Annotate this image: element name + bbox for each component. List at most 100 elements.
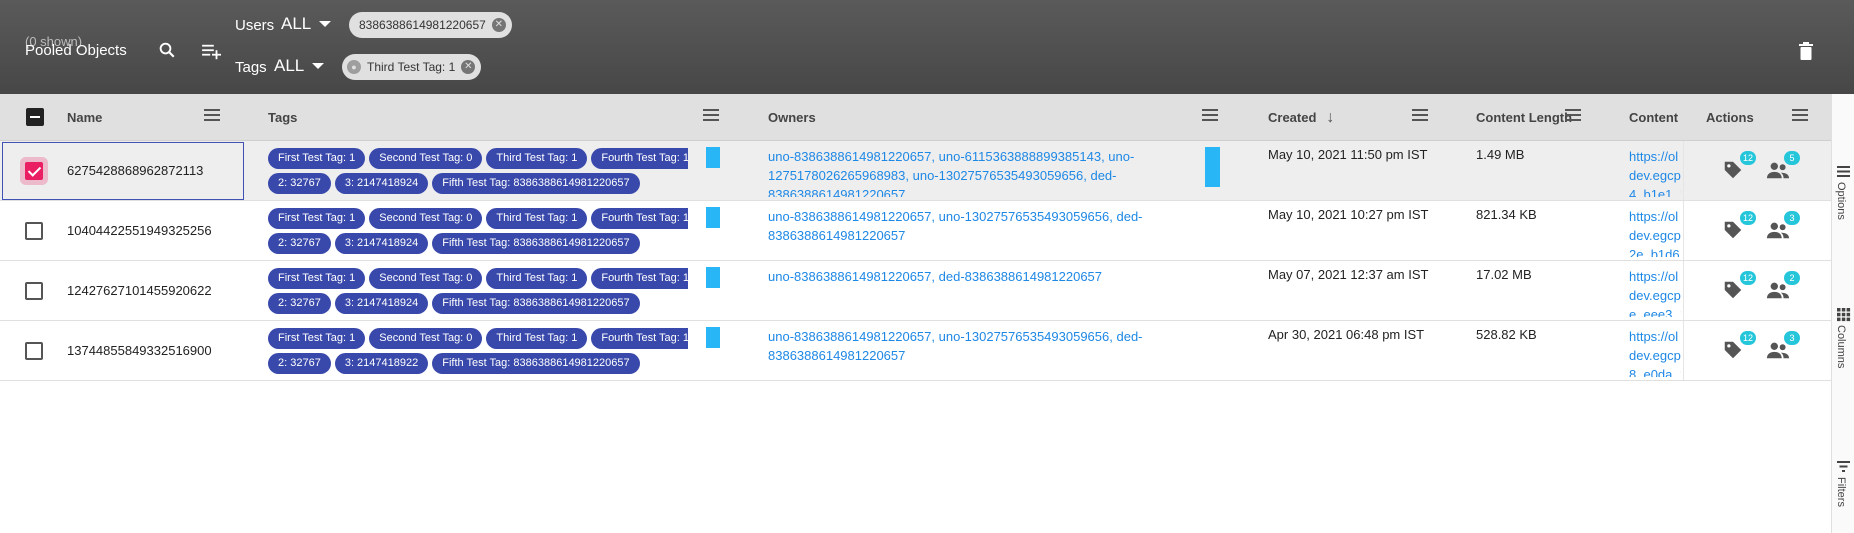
tag-chip[interactable]: First Test Tag: 1 [268, 148, 366, 169]
tag-chip[interactable]: Fourth Test Tag: 1 [591, 148, 688, 169]
select-all-checkbox[interactable] [26, 108, 44, 126]
row-owners: uno-8386388614981220657, uno-13027576535… [768, 209, 1143, 243]
side-tab-columns[interactable]: Columns [1832, 307, 1854, 387]
owner-count-badge: 3 [1784, 331, 1800, 345]
tag-chip[interactable]: First Test Tag: 1 [268, 328, 366, 349]
tags-filter-label: Tags [235, 59, 267, 76]
tag-chip-label: Third Test Tag: 1 [367, 60, 456, 74]
row-content-url[interactable]: https://ol dev.egcp 8_e0da_1 [1629, 327, 1681, 377]
owner-link[interactable]: uno-8386388614981220657 [768, 149, 931, 164]
column-menu-icon[interactable] [1565, 109, 1581, 123]
row-content-url[interactable]: https://ol dev.egcp 2e_b1d6 [1629, 207, 1681, 257]
row-checkbox[interactable] [25, 342, 43, 360]
tag-count-badge: 12 [1739, 331, 1756, 345]
tag-color-swatch [706, 267, 720, 288]
tag-chip[interactable]: 2: 32767 [268, 233, 331, 254]
owner-link[interactable]: uno-13027576535493059656 [939, 209, 1110, 224]
tag-chip[interactable]: Third Test Tag: 1 [486, 208, 588, 229]
tag-chip[interactable]: Fifth Test Tag: 8386388614981220657 [432, 293, 640, 314]
tag-chip[interactable]: Third Test Tag: 1 [486, 328, 588, 349]
row-checkbox[interactable] [25, 222, 43, 240]
tag-action-icon[interactable]: 12 [1722, 211, 1756, 243]
owner-link[interactable]: uno-6115363888899385143 [939, 149, 1101, 164]
column-header-content-length[interactable]: Content Length [1476, 94, 1572, 141]
caret-down-icon [312, 63, 325, 69]
owner-link[interactable]: uno-8386388614981220657 [768, 269, 931, 284]
tag-chip[interactable]: Fifth Test Tag: 8386388614981220657 [432, 173, 640, 194]
delete-icon[interactable] [1793, 38, 1819, 64]
table-row[interactable]: 10404422551949325256 First Test Tag: 1 Sec… [0, 201, 1831, 261]
filter-icon [1837, 461, 1850, 472]
search-icon[interactable] [154, 37, 180, 63]
owners-action-icon[interactable]: 5 [1766, 151, 1800, 183]
owner-link[interactable]: uno-8386388614981220657 [768, 329, 931, 344]
owners-action-icon[interactable]: 3 [1766, 211, 1800, 243]
owners-action-icon[interactable]: 2 [1766, 271, 1800, 303]
column-menu-icon[interactable] [1792, 109, 1808, 123]
tag-chip[interactable]: Third Test Tag: 1 [486, 148, 588, 169]
row-tags: First Test Tag: 1 Second Test Tag: 0 Third… [268, 328, 688, 376]
tag-chip[interactable]: Third Test Tag: 1 [486, 268, 588, 289]
sort-descending-icon[interactable]: ↓ [1326, 109, 1334, 127]
remove-chip-icon[interactable]: ✕ [491, 18, 506, 32]
column-header-name[interactable]: Name [67, 94, 102, 141]
tag-chip[interactable]: Second Test Tag: 0 [369, 268, 483, 289]
column-header-owners[interactable]: Owners [768, 94, 816, 141]
tag-chip[interactable]: 2: 32767 [268, 353, 331, 374]
tag-chip[interactable]: 2: 32767 [268, 173, 331, 194]
row-actions: 12 3 [1683, 201, 1831, 260]
tag-chip[interactable]: 3: 2147418924 [334, 173, 429, 194]
column-header-created[interactable]: Created ↓ [1268, 94, 1334, 141]
tag-chip[interactable]: 2: 32767 [268, 293, 331, 314]
owner-link[interactable]: uno-8386388614981220657 [768, 209, 931, 224]
column-header-tags[interactable]: Tags [268, 94, 297, 141]
tag-action-icon[interactable]: 12 [1722, 331, 1756, 363]
column-menu-icon[interactable] [1412, 109, 1428, 123]
tags-filter-dropdown[interactable]: ALL [274, 56, 325, 76]
users-filter-dropdown[interactable]: ALL [281, 14, 332, 34]
row-checkbox[interactable] [25, 282, 43, 300]
owner-count-badge: 2 [1784, 271, 1800, 285]
row-created: Apr 30, 2021 06:48 pm IST [1268, 327, 1425, 342]
row-content-length: 821.34 KB [1476, 207, 1537, 222]
owner-link[interactable]: uno-13027576535493059656 [939, 329, 1110, 344]
row-checkbox[interactable] [25, 162, 43, 180]
tag-chip[interactable]: Fifth Test Tag: 8386388614981220657 [432, 233, 640, 254]
table-row[interactable]: 6275428868962872113 First Test Tag: 1 Seco… [0, 141, 1831, 201]
tag-chip[interactable]: Fourth Test Tag: 1 [591, 268, 688, 289]
tag-action-icon[interactable]: 12 [1722, 151, 1756, 183]
side-tab-options[interactable]: Options [1832, 164, 1854, 234]
tag-chip-avatar-icon: ● [347, 60, 361, 74]
column-header-content-url[interactable]: Content U [1629, 94, 1681, 141]
grid-icon [1837, 308, 1851, 322]
tag-chip[interactable]: 3: 2147418924 [334, 293, 429, 314]
tag-chip[interactable]: 3: 2147418922 [334, 353, 429, 374]
tag-chip[interactable]: Fifth Test Tag: 8386388614981220657 [432, 353, 640, 374]
column-menu-icon[interactable] [703, 109, 719, 123]
tag-chip[interactable]: First Test Tag: 1 [268, 208, 366, 229]
tag-color-swatch [706, 147, 720, 168]
row-content-url[interactable]: https://ol dev.egcp 4_b1e1_1 [1629, 147, 1681, 197]
menu-icon [1837, 166, 1850, 177]
row-content-url[interactable]: https://ol dev.egcp e_eee3_1 [1629, 267, 1681, 317]
tag-chip[interactable]: Second Test Tag: 0 [369, 208, 483, 229]
table-header: Name Tags Owners Created ↓ Content Lengt… [0, 94, 1831, 141]
owners-action-icon[interactable]: 3 [1766, 331, 1800, 363]
tag-chip[interactable]: First Test Tag: 1 [268, 268, 366, 289]
tag-chip[interactable]: Second Test Tag: 0 [369, 328, 483, 349]
user-chip-label: 8386388614981220657 [359, 18, 486, 32]
owner-link[interactable]: uno-13027576535493059656 [913, 168, 1084, 183]
table-row[interactable]: 13744855849332516900 First Test Tag: 1 Sec… [0, 321, 1831, 381]
tag-chip[interactable]: 3: 2147418924 [334, 233, 429, 254]
tag-chip[interactable]: Fourth Test Tag: 1 [591, 208, 688, 229]
tag-chip[interactable]: Fourth Test Tag: 1 [591, 328, 688, 349]
tag-chip[interactable]: Second Test Tag: 0 [369, 148, 483, 169]
playlist-add-icon[interactable] [199, 39, 225, 65]
column-menu-icon[interactable] [204, 109, 220, 123]
remove-chip-icon[interactable]: ✕ [461, 60, 476, 74]
tag-action-icon[interactable]: 12 [1722, 271, 1756, 303]
side-tab-filters[interactable]: Filters [1832, 459, 1854, 529]
owner-link[interactable]: ded-8386388614981220657 [939, 269, 1102, 284]
table-row[interactable]: 12427627101455920622 First Test Tag: 1 Sec… [0, 261, 1831, 321]
column-menu-icon[interactable] [1202, 109, 1218, 123]
